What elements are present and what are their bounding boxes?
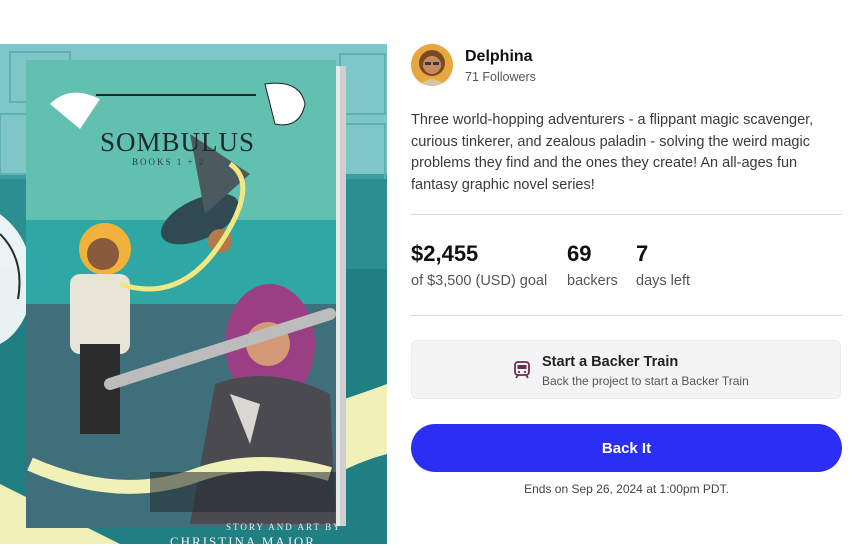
back-it-button[interactable]: Back It [411,424,842,472]
campaign-end-date: Ends on Sep 26, 2024 at 1:00pm PDT. [524,482,729,496]
cover-title: SOMBULUS [100,127,256,157]
backers-count: 69 [567,241,592,266]
creator-name[interactable]: Delphina [465,48,533,66]
goal-label: of $3,500 (USD) goal [411,273,548,289]
days-left-count: 7 [636,241,649,266]
train-icon [514,361,530,379]
cover-subtitle: BOOKS 1 + 2 [132,157,206,167]
backers-label: backers [567,273,618,289]
cover-credit-author: CHRISTINA MAJOR [170,534,316,544]
divider [411,315,842,316]
project-blurb: Three world-hopping adventurers - a flip… [411,112,814,193]
divider [411,214,842,215]
pledged-amount: $2,455 [411,241,479,266]
backer-train-subtitle: Back the project to start a Backer Train [542,374,749,388]
cover-illustration [0,44,387,544]
days-left-label: days left [636,273,690,289]
creator-avatar-icon[interactable] [411,44,453,86]
start-backer-train-button[interactable]: Start a Backer Train Back the project to… [411,340,841,399]
cover-credit-label: STORY AND ART BY [226,522,342,532]
creator-followers: 71 Followers [465,70,536,84]
project-hero-image: SOMBULUS BOOKS 1 + 2 STORY AND ART BY CH… [0,44,387,544]
backer-train-title: Start a Backer Train [542,354,679,370]
